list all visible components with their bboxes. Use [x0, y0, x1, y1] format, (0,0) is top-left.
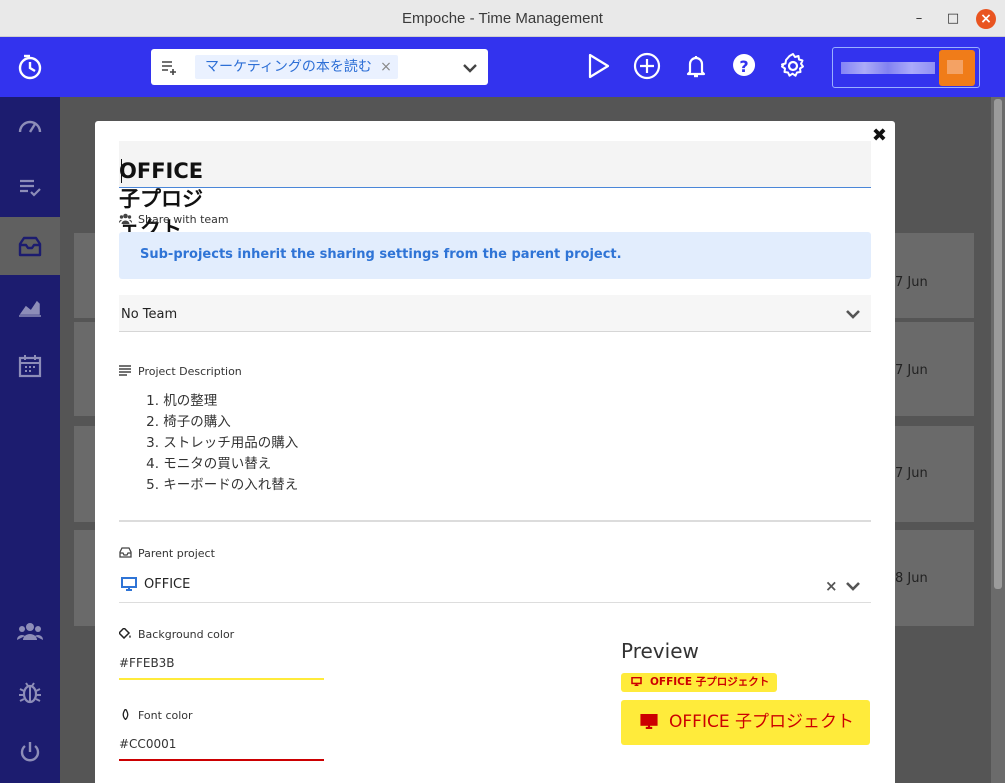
selected-task-chip[interactable]: マーケティングの本を読む × [195, 55, 398, 79]
team-icon [119, 213, 132, 224]
chevron-down-icon[interactable] [462, 60, 478, 76]
blurred-username [841, 62, 935, 74]
power-icon[interactable] [15, 737, 45, 767]
bell-icon[interactable] [681, 51, 711, 81]
preview-heading: Preview [621, 639, 699, 663]
background-color-label: Background color [119, 628, 234, 641]
paint-bucket-icon [119, 628, 131, 639]
svg-text:?: ? [739, 57, 748, 76]
task-search-select[interactable]: マーケティングの本を読む × [151, 49, 488, 85]
tasks-icon[interactable] [15, 172, 45, 202]
avatar [939, 50, 975, 86]
add-icon[interactable] [632, 51, 662, 81]
background-date: 8 Jun [895, 571, 928, 586]
chip-clear-button[interactable]: × [380, 55, 392, 79]
play-icon[interactable] [583, 51, 613, 81]
selected-task-label: マーケティングの本を読む [205, 59, 372, 75]
project-name-value: OFFICE 子プロジェクト [119, 159, 204, 241]
clear-parent-button[interactable]: × [825, 577, 838, 595]
font-color-label: Font color [119, 709, 193, 722]
settings-icon[interactable] [778, 51, 808, 81]
text-caret [121, 159, 122, 183]
bug-icon[interactable] [15, 677, 45, 707]
monitor-icon [640, 714, 658, 729]
close-window-button[interactable]: × [976, 9, 996, 29]
background-date: 7 Jun [895, 275, 928, 290]
window-title: Empoche - Time Management [402, 10, 603, 27]
team-select[interactable]: No Team [119, 295, 871, 332]
text-lines-icon [119, 365, 131, 376]
list-item: 4. モニタの買い替え [146, 456, 272, 472]
share-info-text: Sub-projects inherit the sharing setting… [140, 247, 622, 262]
list-item: 2. 椅子の購入 [146, 414, 231, 430]
help-icon[interactable]: ? [729, 51, 759, 81]
maximize-button[interactable]: □ [943, 9, 963, 29]
share-info-message: Sub-projects inherit the sharing setting… [119, 232, 871, 279]
project-description-list[interactable]: 1. 机の整理 2. 椅子の購入 3. ストレッチ用品の購入 4. モニタの買い… [135, 391, 298, 496]
window-titlebar: Empoche - Time Management – □ × [0, 0, 1005, 37]
close-dialog-button[interactable]: ✖ [872, 125, 887, 146]
calendar-icon[interactable] [15, 351, 45, 381]
parent-project-label: Parent project [119, 547, 215, 560]
droplet-icon [122, 709, 129, 720]
preview-small-chip: OFFICE 子プロジェクト [621, 673, 778, 692]
minimize-button[interactable]: – [909, 9, 929, 29]
parent-project-select[interactable]: OFFICE × [119, 569, 871, 603]
app-header: マーケティングの本を読む × ? [0, 37, 1005, 97]
sidebar [0, 97, 60, 783]
preview-large-chip: OFFICE 子プロジェクト [621, 700, 870, 745]
team-icon[interactable] [15, 617, 45, 647]
divider [119, 520, 871, 522]
page-scrollbar[interactable] [991, 97, 1005, 783]
dashboard-icon[interactable] [15, 112, 45, 142]
font-color-input[interactable]: #CC0001 [119, 731, 324, 761]
background-date: 7 Jun [895, 363, 928, 378]
font-color-value: #CC0001 [119, 737, 177, 751]
list-item: 5. キーボードの入れ替え [146, 477, 299, 493]
scrollbar-thumb[interactable] [994, 99, 1002, 589]
list-item: 3. ストレッチ用品の購入 [146, 435, 299, 451]
background-color-input[interactable]: #FFEB3B [119, 650, 324, 680]
background-date: 7 Jun [895, 466, 928, 481]
list-item: 1. 机の整理 [146, 393, 218, 409]
monitor-icon [631, 677, 642, 686]
playlist-add-icon [162, 61, 176, 75]
chevron-down-icon[interactable] [845, 306, 861, 322]
inbox-icon [119, 547, 132, 558]
account-button[interactable] [832, 47, 980, 88]
edit-project-dialog: ✖ OFFICE 子プロジェクト Share with team Sub-pro… [95, 121, 895, 783]
project-description-label: Project Description [119, 365, 242, 378]
project-name-input[interactable]: OFFICE 子プロジェクト [119, 141, 871, 241]
background-color-value: #FFEB3B [119, 656, 175, 670]
chevron-down-icon[interactable] [845, 578, 861, 594]
projects-icon[interactable] [15, 232, 45, 262]
parent-project-value: OFFICE [144, 577, 191, 592]
logo-icon[interactable] [16, 53, 44, 81]
monitor-icon [121, 577, 137, 591]
team-select-value: No Team [121, 307, 178, 322]
reports-icon[interactable] [15, 292, 45, 322]
share-with-team-label: Share with team [119, 213, 229, 226]
